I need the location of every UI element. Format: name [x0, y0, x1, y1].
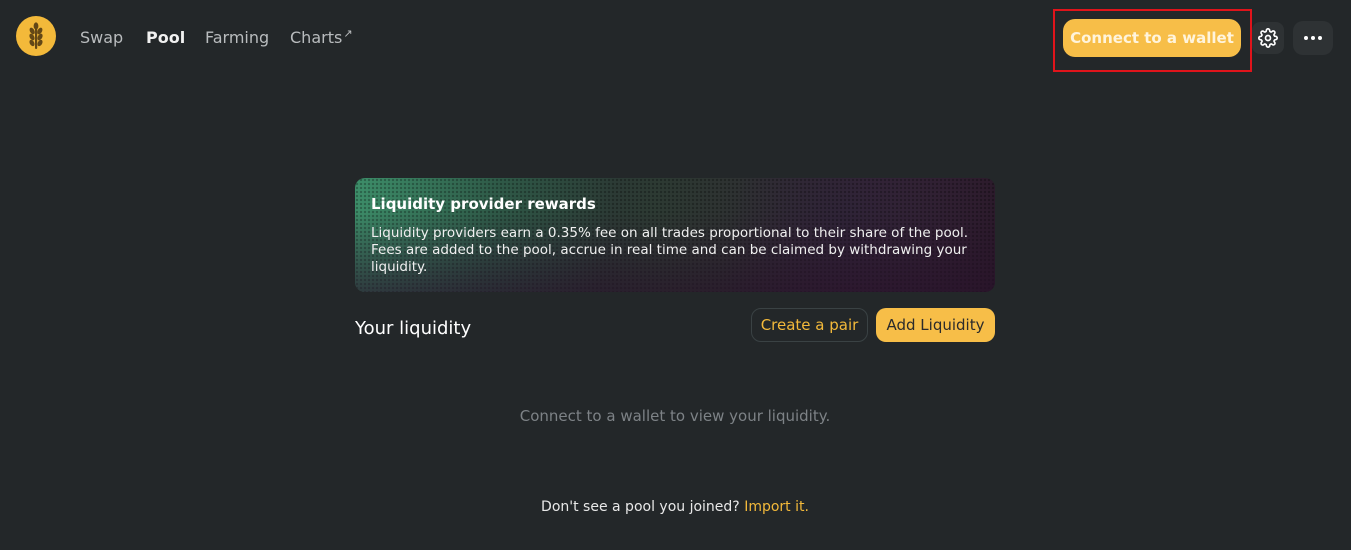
nav-swap[interactable]: Swap [80, 28, 123, 48]
top-header: Swap Pool Farming Charts↗ Connect to a w… [0, 0, 1351, 76]
import-pool-line: Don't see a pool you joined? Import it. [355, 497, 995, 517]
nav-farming[interactable]: Farming [205, 28, 269, 48]
external-link-icon: ↗ [343, 27, 353, 40]
banner-text: Liquidity providers earn a 0.35% fee on … [371, 225, 969, 275]
nav-charts-label: Charts [290, 28, 343, 47]
your-liquidity-title: Your liquidity [355, 318, 472, 339]
import-prompt: Don't see a pool you joined? [541, 499, 740, 515]
more-options-button[interactable] [1293, 21, 1333, 55]
wheat-logo-icon[interactable] [16, 16, 56, 56]
connect-wallet-button[interactable]: Connect to a wallet [1063, 19, 1241, 57]
nav-charts[interactable]: Charts↗ [290, 27, 353, 50]
banner-title: Liquidity provider rewards [371, 195, 596, 213]
create-pair-button[interactable]: Create a pair [751, 308, 868, 342]
nav-pool[interactable]: Pool [146, 28, 185, 48]
empty-liquidity-message: Connect to a wallet to view your liquidi… [519, 407, 831, 425]
lp-rewards-banner: Liquidity provider rewards Liquidity pro… [355, 178, 995, 292]
settings-button[interactable] [1252, 22, 1284, 54]
import-link[interactable]: Import it. [744, 499, 809, 515]
more-dots-icon [1304, 36, 1322, 40]
add-liquidity-button[interactable]: Add Liquidity [876, 308, 995, 342]
gear-icon [1258, 28, 1278, 48]
